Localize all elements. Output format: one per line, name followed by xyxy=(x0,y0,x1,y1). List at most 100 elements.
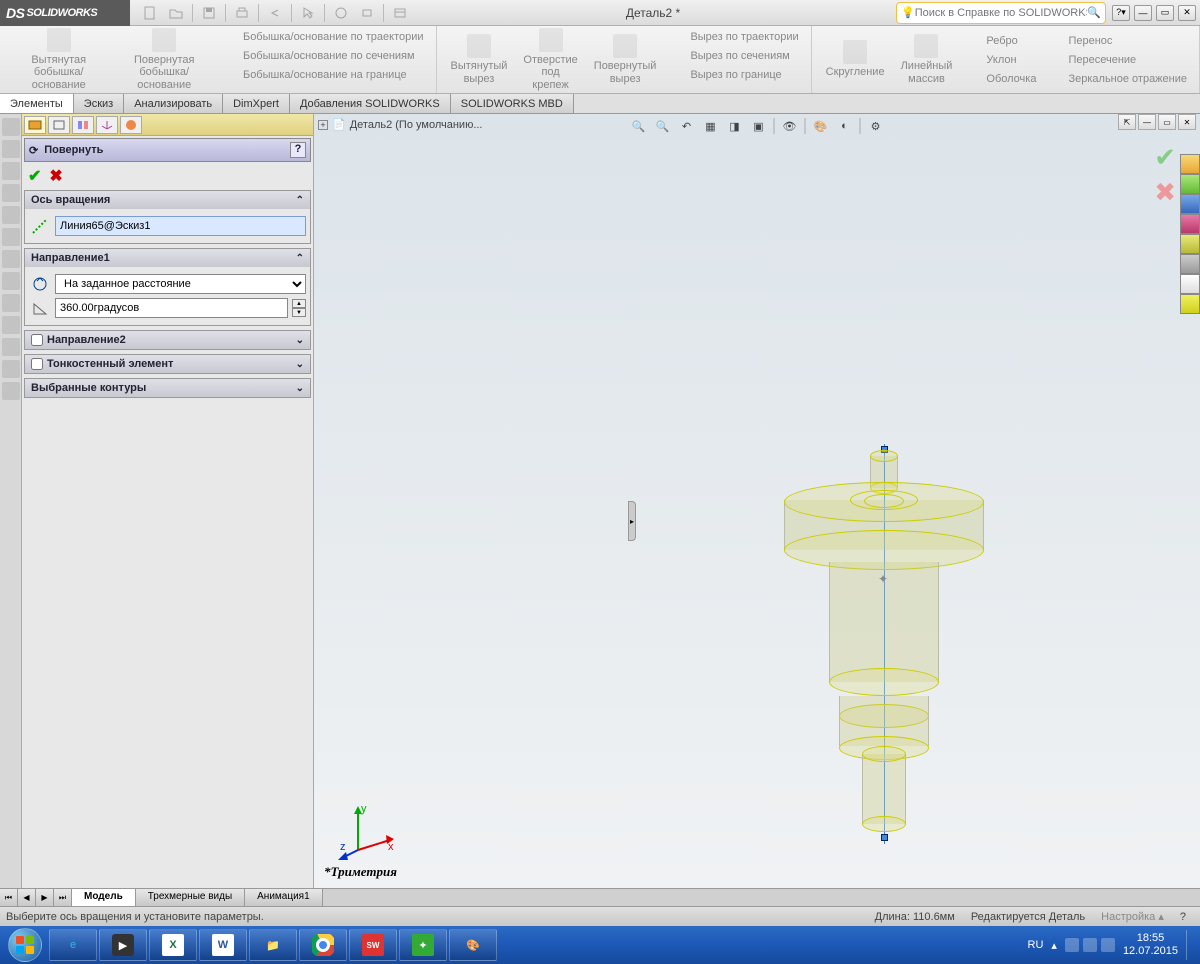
tray-network-icon[interactable] xyxy=(1083,938,1097,952)
pm-tab-feature-icon[interactable] xyxy=(24,116,46,134)
angle-spinner[interactable]: ▲▼ xyxy=(292,299,306,317)
rail-icon[interactable] xyxy=(2,382,20,400)
taskbar-word-icon[interactable]: W xyxy=(199,929,247,961)
taskbar-corel-icon[interactable]: ✦ xyxy=(399,929,447,961)
tab-mbd[interactable]: SOLIDWORKS MBD xyxy=(451,94,574,113)
viewport-breadcrumb[interactable]: + 📄 Деталь2 (По умолчанию... xyxy=(318,118,482,131)
settings-icon[interactable] xyxy=(390,3,410,23)
angle-input[interactable] xyxy=(55,298,288,318)
tab-scroll-prev[interactable]: ◀ xyxy=(18,889,36,906)
bottom-tab-3dviews[interactable]: Трехмерные виды xyxy=(136,889,245,906)
pm-ok-button[interactable]: ✔ xyxy=(28,166,41,186)
pm-help-button[interactable]: ? xyxy=(290,142,306,158)
axis-handle-bottom[interactable] xyxy=(881,834,888,841)
swept-boss-button[interactable]: Бобышка/основание по траектории xyxy=(221,28,426,46)
taskpane-resources-icon[interactable] xyxy=(1180,154,1200,174)
pm-tab-display-icon[interactable] xyxy=(72,116,94,134)
revolve-boss-button[interactable]: Повернутая бобышка/основание xyxy=(111,26,216,92)
revolve-cut-button[interactable]: Повернутый вырез xyxy=(586,26,665,92)
pm-thin-header[interactable]: Тонкостенный элемент⌄ xyxy=(25,355,310,373)
maximize-button[interactable]: ▭ xyxy=(1156,5,1174,21)
show-desktop-button[interactable] xyxy=(1186,930,1194,960)
viewport[interactable]: + 📄 Деталь2 (По умолчанию... 🔍 🔍 ↶ ▦ ◨ ▣… xyxy=(314,114,1200,888)
taskpane-view-palette-icon[interactable] xyxy=(1180,214,1200,234)
help-dropdown-button[interactable]: ?▾ xyxy=(1112,5,1130,21)
tab-scroll-next[interactable]: ▶ xyxy=(36,889,54,906)
loft-cut-button[interactable]: Вырез по сечениям xyxy=(668,47,800,65)
start-button[interactable] xyxy=(2,927,48,963)
pm-cancel-button[interactable]: ✖ xyxy=(49,166,62,186)
rail-icon[interactable] xyxy=(2,184,20,202)
tab-sketch[interactable]: Эскиз xyxy=(74,94,124,113)
tray-language[interactable]: RU xyxy=(1028,939,1044,951)
rib-button[interactable]: Ребро xyxy=(964,32,1038,50)
pm-axis-header[interactable]: Ось вращения⌃ xyxy=(25,191,310,209)
tab-dimxpert[interactable]: DimXpert xyxy=(223,94,290,113)
boundary-boss-button[interactable]: Бобышка/основание на границе xyxy=(221,66,426,84)
view-orientation-icon[interactable]: ◨ xyxy=(724,116,746,136)
taskbar-media-icon[interactable]: ▶ xyxy=(99,929,147,961)
move-button[interactable]: Перенос xyxy=(1046,32,1189,50)
viewport-cancel-button[interactable]: ✖ xyxy=(1154,177,1176,208)
taskbar-excel-icon[interactable]: X xyxy=(149,929,197,961)
pm-contours-header[interactable]: Выбранные контуры⌄ xyxy=(25,379,310,397)
tab-scroll-first[interactable]: ⏮ xyxy=(0,889,18,906)
open-doc-icon[interactable] xyxy=(166,3,186,23)
taskbar-paint-icon[interactable]: 🎨 xyxy=(449,929,497,961)
swept-cut-button[interactable]: Вырез по траектории xyxy=(668,28,800,46)
rail-icon[interactable] xyxy=(2,294,20,312)
tray-clock[interactable]: 18:55 12.07.2015 xyxy=(1123,932,1178,958)
options-icon[interactable] xyxy=(357,3,377,23)
mirror-button[interactable]: Зеркальное отражение xyxy=(1046,70,1189,88)
status-customize[interactable]: Настройка ▴ xyxy=(1101,910,1164,923)
pattern-button[interactable]: Линейный массив xyxy=(893,30,961,90)
new-doc-icon[interactable] xyxy=(140,3,160,23)
tab-analyze[interactable]: Анализировать xyxy=(124,94,223,113)
help-search-box[interactable]: 💡 🔍 xyxy=(896,2,1106,24)
vp-maximize-button[interactable]: ▭ xyxy=(1158,114,1176,130)
rail-icon[interactable] xyxy=(2,338,20,356)
reverse-direction-icon[interactable] xyxy=(29,273,51,295)
taskpane-custom-props-icon[interactable] xyxy=(1180,254,1200,274)
rail-icon[interactable] xyxy=(2,162,20,180)
rail-icon[interactable] xyxy=(2,272,20,290)
tab-scroll-last[interactable]: ⏭ xyxy=(54,889,72,906)
undo-icon[interactable] xyxy=(265,3,285,23)
intersect-button[interactable]: Пересечение xyxy=(1046,51,1189,69)
spin-down[interactable]: ▼ xyxy=(292,308,306,317)
rail-icon[interactable] xyxy=(2,360,20,378)
direction-type-select[interactable]: На заданное расстояние xyxy=(55,274,306,294)
apply-scene-icon[interactable]: ◐ xyxy=(834,116,856,136)
close-button[interactable]: ✕ xyxy=(1178,5,1196,21)
taskbar-solidworks-icon[interactable]: SW xyxy=(349,929,397,961)
extrude-cut-button[interactable]: Вытянутый вырез xyxy=(443,26,516,92)
previous-view-icon[interactable]: ↶ xyxy=(676,116,698,136)
pm-dir2-header[interactable]: Направление2⌄ xyxy=(25,331,310,349)
rail-icon[interactable] xyxy=(2,228,20,246)
tray-flag-icon[interactable] xyxy=(1065,938,1079,952)
taskbar-chrome-icon[interactable] xyxy=(299,929,347,961)
bottom-tab-animation[interactable]: Анимация1 xyxy=(245,889,323,906)
taskbar-explorer-icon[interactable]: 📁 xyxy=(249,929,297,961)
fillet-button[interactable]: Скругление xyxy=(818,30,893,90)
taskpane-forum-icon[interactable] xyxy=(1180,274,1200,294)
pm-tab-appearance-icon[interactable] xyxy=(120,116,142,134)
taskbar-ie-icon[interactable]: e xyxy=(49,929,97,961)
hole-wizard-button[interactable]: Отверстие под крепеж xyxy=(515,26,585,92)
vp-minimize-button[interactable]: — xyxy=(1138,114,1156,130)
shell-button[interactable]: Оболочка xyxy=(964,70,1038,88)
panel-expand-handle[interactable]: ▸ xyxy=(628,501,636,541)
draft-button[interactable]: Уклон xyxy=(964,51,1038,69)
hide-show-icon[interactable]: 👁 xyxy=(779,116,801,136)
print-icon[interactable] xyxy=(232,3,252,23)
help-search-input[interactable] xyxy=(915,7,1088,19)
display-style-icon[interactable]: ▣ xyxy=(748,116,770,136)
expand-tree-icon[interactable]: + xyxy=(318,120,328,130)
rail-icon[interactable] xyxy=(2,118,20,136)
edit-appearance-icon[interactable]: 🎨 xyxy=(810,116,832,136)
search-icon[interactable]: 🔍 xyxy=(1087,6,1101,19)
taskpane-design-library-icon[interactable] xyxy=(1180,174,1200,194)
pm-tab-coord-icon[interactable] xyxy=(96,116,118,134)
tray-volume-icon[interactable] xyxy=(1101,938,1115,952)
extrude-boss-button[interactable]: Вытянутая бобышка/основание xyxy=(6,26,111,92)
